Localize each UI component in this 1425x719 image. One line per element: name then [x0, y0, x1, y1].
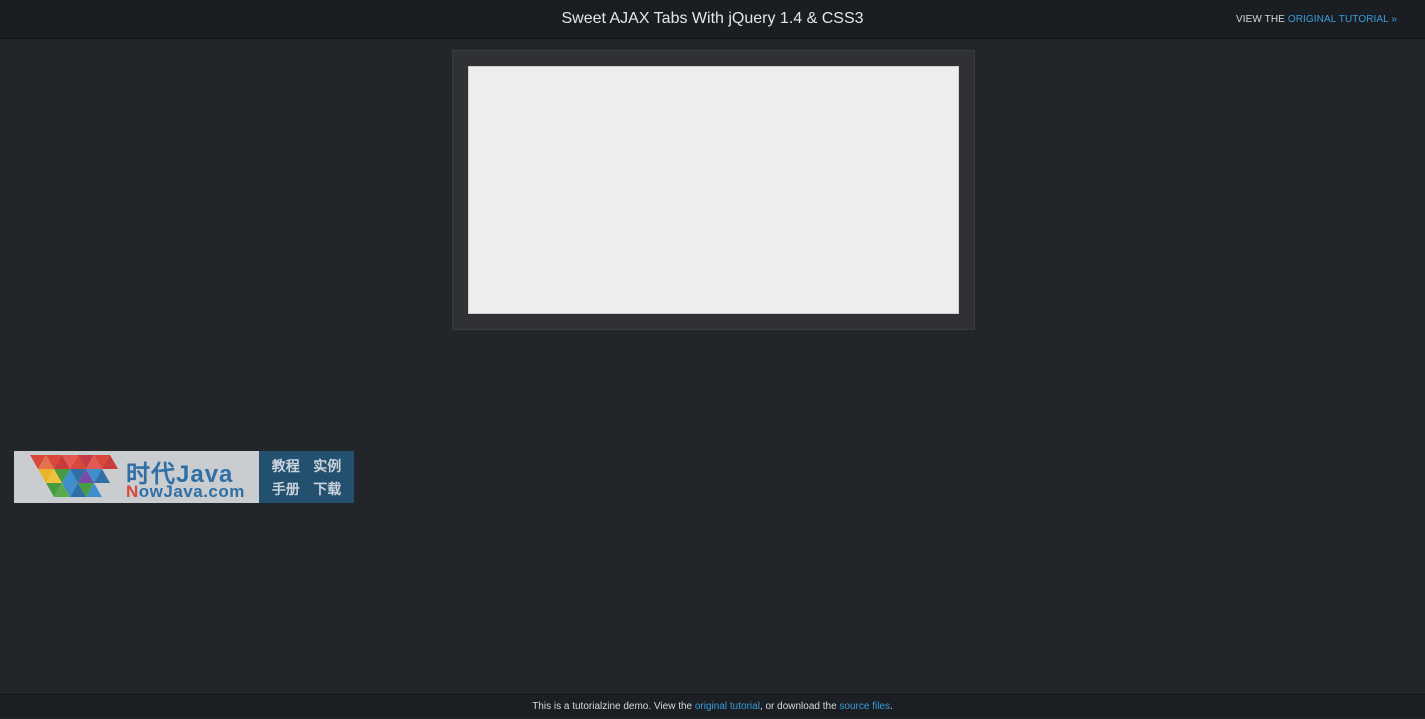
- footer-original-tutorial-link[interactable]: original tutorial: [695, 701, 760, 712]
- original-tutorial-link[interactable]: ORIGINAL TUTORIAL »: [1288, 14, 1397, 25]
- brand-url-rest: owJava.com: [138, 482, 245, 501]
- view-tutorial-line: VIEW THE ORIGINAL TUTORIAL »: [1236, 14, 1397, 25]
- footer-source-files-link[interactable]: source files: [839, 701, 890, 712]
- banner-logo-area[interactable]: 时代Java NowJava.com: [14, 451, 259, 503]
- banner-links: 教程 实例 手册 下载: [259, 451, 354, 503]
- footer: This is a tutorialzine demo. View the or…: [0, 694, 1425, 718]
- tab-content-panel: [468, 66, 959, 314]
- banner-link-downloads[interactable]: 下载: [313, 479, 341, 499]
- banner-brand-url: NowJava.com: [126, 482, 245, 502]
- footer-text-2: , or download the: [759, 701, 840, 712]
- banner-link-tutorials[interactable]: 教程: [272, 456, 300, 476]
- page-title: Sweet AJAX Tabs With jQuery 1.4 & CSS3: [561, 10, 864, 27]
- nowjava-banner[interactable]: 时代Java NowJava.com 教程 实例 手册 下载: [14, 451, 354, 503]
- footer-text-3: .: [890, 701, 893, 712]
- banner-link-examples[interactable]: 实例: [313, 456, 341, 476]
- footer-text-1: This is a tutorialzine demo. View the: [532, 701, 695, 712]
- view-prefix: VIEW THE: [1236, 14, 1288, 25]
- tabs-container: [452, 50, 975, 330]
- banner-link-manuals[interactable]: 手册: [272, 479, 300, 499]
- brand-url-initial: N: [126, 482, 139, 501]
- triangle-logo-icon: [30, 455, 118, 497]
- top-bar: Sweet AJAX Tabs With jQuery 1.4 & CSS3 V…: [0, 0, 1425, 39]
